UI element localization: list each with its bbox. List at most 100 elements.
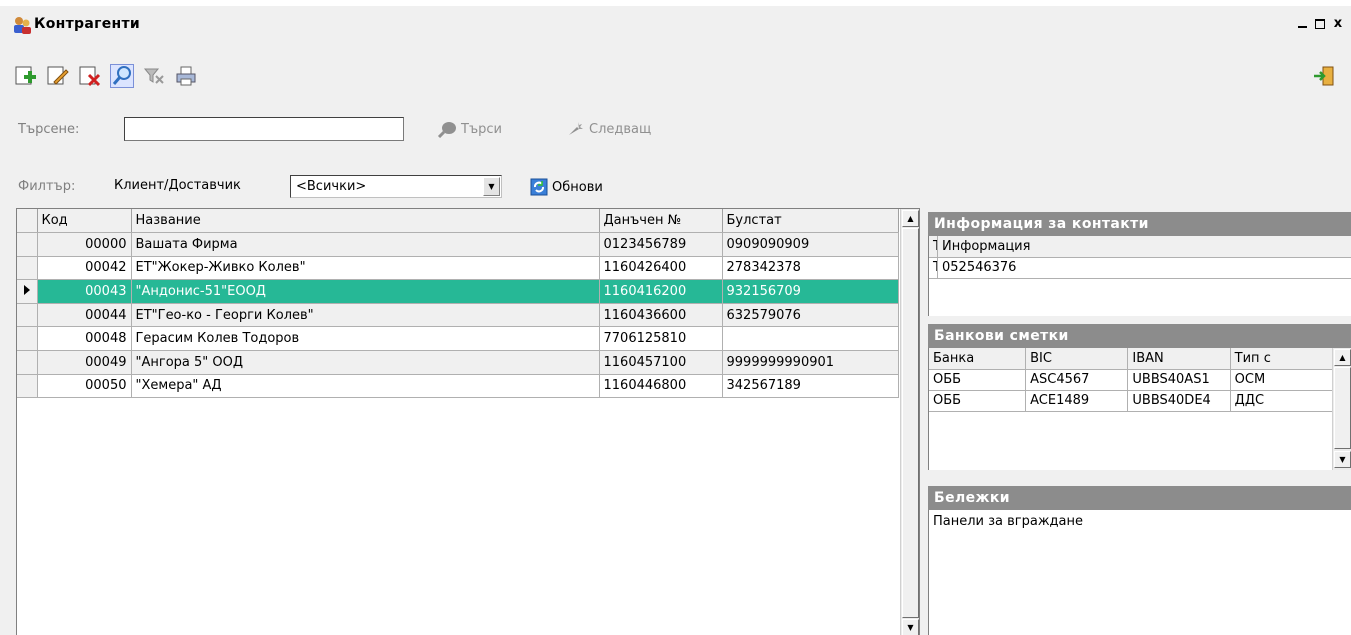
column-header-iban[interactable]: IBAN (1127, 348, 1231, 370)
scroll-down-icon[interactable]: ▼ (1334, 451, 1351, 468)
cell-bulstat: 278342378 (722, 256, 899, 281)
column-header-bic[interactable]: BIC (1025, 348, 1129, 370)
refresh-button[interactable]: Обнови (530, 178, 603, 196)
cell-name: ЕТ"Жокер-Живко Колев" (131, 256, 600, 281)
cell-bic: ACE1489 (1025, 390, 1129, 412)
print-button[interactable] (174, 64, 198, 88)
search-input[interactable] (124, 117, 404, 141)
table-row[interactable]: 00042 ЕТ"Жокер-Живко Колев" 1160426400 2… (17, 256, 899, 281)
cell-code: 00049 (37, 350, 132, 375)
edit-button[interactable] (46, 64, 70, 88)
chevron-down-icon[interactable]: ▼ (483, 177, 500, 196)
window-title: Контрагенти (34, 16, 141, 32)
cell-name: ЕТ"Гео-ко - Георги Колев" (131, 303, 600, 328)
contractors-grid: Код Название Данъчен № Булстат 00000 Ваш… (16, 208, 920, 635)
cell-tax-number: 1160436600 (599, 303, 723, 328)
clear-filter-icon (143, 68, 164, 84)
search-icon (112, 66, 131, 85)
scroll-up-icon[interactable]: ▲ (902, 210, 919, 227)
cell-name: "Ангора 5" ООД (131, 350, 600, 375)
indicator-header (17, 209, 38, 234)
filter-label: Филтър: (18, 179, 76, 194)
next-button-label: Следващ (589, 121, 652, 137)
cell-code: 00050 (37, 374, 132, 399)
cell-iban: UBBS40DE4 (1127, 390, 1231, 412)
cell-bulstat: 9999999990901 (722, 350, 899, 375)
cell-tax-number: 1160457100 (599, 350, 723, 375)
column-header-bulstat[interactable]: Булстат (722, 209, 899, 234)
edit-icon (47, 66, 69, 85)
cell-bank: ОББ (929, 390, 1027, 412)
cell-tax-number: 1160446800 (599, 374, 723, 399)
column-header-tax-number[interactable]: Данъчен № (599, 209, 723, 234)
cell-name: "Хемера" АД (131, 374, 600, 399)
scroll-up-icon[interactable]: ▲ (1334, 349, 1351, 366)
notes-panel-title: Бележки (928, 486, 1351, 510)
table-row[interactable]: 00050 "Хемера" АД 1160446800 342567189 (17, 374, 899, 399)
row-indicator (17, 232, 38, 257)
select-value: <Всички> (296, 179, 367, 194)
row-indicator (17, 326, 38, 352)
refresh-icon (530, 178, 548, 196)
cell-type: Тел. (929, 257, 938, 279)
bank-row[interactable]: ОББ ASC4567 UBBS40AS1 ОСМ (929, 369, 1334, 391)
maximize-button[interactable] (1311, 16, 1329, 34)
next-button[interactable]: Следващ (566, 120, 651, 138)
table-row[interactable]: 00048 Герасим Колев Тодоров 7706125810 (17, 326, 899, 352)
filter-type-label: Клиент/Доставчик (114, 178, 241, 193)
cell-bic: ASC4567 (1025, 369, 1129, 391)
bank-panel-title: Банкови сметки (928, 324, 1351, 348)
cell-bulstat: 932156709 (722, 279, 899, 304)
table-row[interactable]: 00044 ЕТ"Гео-ко - Георги Колев" 11604366… (17, 303, 899, 328)
search-toggle-button[interactable] (110, 64, 134, 88)
exit-icon (1314, 66, 1334, 86)
cell-code: 00000 (37, 232, 132, 257)
find-button[interactable]: Търси (436, 120, 502, 138)
column-header-code[interactable]: Код (37, 209, 132, 234)
exit-button[interactable] (1312, 64, 1336, 88)
cell-account-type: ОСМ (1230, 369, 1334, 391)
column-header-info[interactable]: Информация (937, 236, 1351, 258)
contacts-table: Тип Информация Тел. 052546376 (929, 236, 1351, 279)
bank-row[interactable]: ОББ ACE1489 UBBS40DE4 ДДС (929, 390, 1334, 412)
grid-scrollbar[interactable]: ▲ ▼ (900, 209, 919, 635)
clear-filter-button[interactable] (142, 64, 166, 88)
cell-iban: UBBS40AS1 (1127, 369, 1231, 391)
current-row-arrow-icon (17, 279, 38, 304)
notes-panel[interactable]: Панели за вграждане (928, 510, 1351, 635)
table-row-selected[interactable]: 00043 "Андонис-51"ЕООД 1160416200 932156… (17, 279, 899, 304)
contractors-window: Контрагенти x Търсене: Търси Следващ Фил… (0, 6, 1351, 635)
cell-name: "Андонис-51"ЕООД (131, 279, 600, 304)
close-button[interactable]: x (1329, 16, 1347, 34)
find-icon (437, 122, 456, 138)
scroll-down-icon[interactable]: ▼ (902, 619, 919, 635)
bank-scrollbar[interactable]: ▲ ▼ (1332, 348, 1351, 470)
cell-info: 052546376 (937, 257, 1351, 279)
contact-row[interactable]: Тел. 052546376 (929, 257, 1351, 279)
contacts-panel-title: Информация за контакти (928, 212, 1351, 236)
cell-tax-number: 1160426400 (599, 256, 723, 281)
cell-tax-number: 0123456789 (599, 232, 723, 257)
add-button[interactable] (14, 64, 38, 88)
find-button-label: Търси (461, 121, 502, 137)
column-header-name[interactable]: Название (131, 209, 600, 234)
column-header-account-type[interactable]: Тип с (1230, 348, 1334, 370)
column-header-bank[interactable]: Банка (929, 348, 1027, 370)
delete-button[interactable] (78, 64, 102, 88)
cell-account-type: ДДС (1230, 390, 1334, 412)
table-row[interactable]: 00049 "Ангора 5" ООД 1160457100 99999999… (17, 350, 899, 375)
row-indicator (17, 374, 38, 399)
cell-code: 00048 (37, 326, 132, 352)
scroll-thumb[interactable] (1334, 367, 1351, 449)
cell-code: 00044 (37, 303, 132, 328)
cell-bulstat: 0909090909 (722, 232, 899, 257)
notes-text: Панели за вграждане (933, 514, 1084, 529)
row-indicator (17, 350, 38, 375)
scroll-thumb[interactable] (902, 228, 919, 618)
client-supplier-select[interactable]: <Всички> ▼ (290, 175, 502, 198)
column-header-type[interactable]: Тип (929, 236, 938, 258)
minimize-button[interactable] (1293, 16, 1311, 34)
title-bar: Контрагенти x (0, 6, 1351, 40)
table-row[interactable]: 00000 Вашата Фирма 0123456789 0909090909 (17, 232, 899, 257)
table-header: Код Название Данъчен № Булстат (17, 209, 899, 234)
